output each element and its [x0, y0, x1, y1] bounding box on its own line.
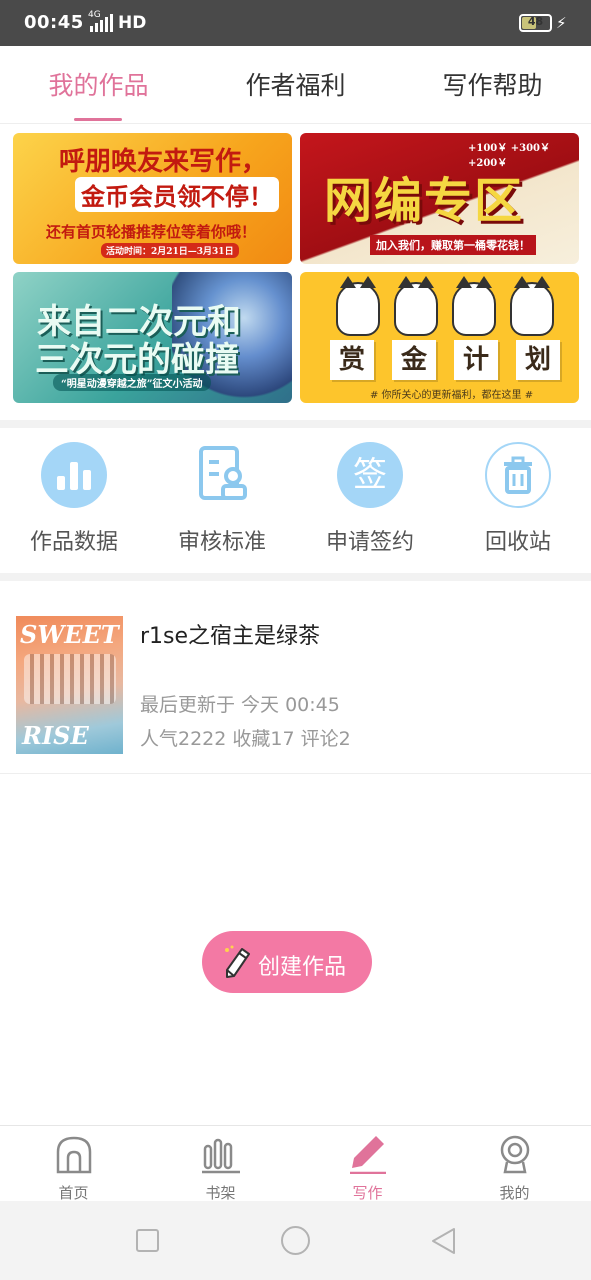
cover-title: SWEET — [20, 620, 119, 649]
review-standards-button[interactable]: 审核标准 — [148, 442, 296, 556]
banner-web-editor-zone[interactable]: +100￥ +300￥ +200￥ 网编专区 加入我们，赚取第一桶零花钱！ — [300, 133, 579, 264]
system-nav-bar — [0, 1201, 591, 1280]
bookshelf-icon — [201, 1138, 240, 1174]
banner-grid: 呼朋唤友来写作， 金币会员领不停！ 还有首页轮播推荐位等着你哦！ 活动时间：2月… — [0, 125, 591, 420]
apply-contract-button[interactable]: 签 申请签约 — [296, 442, 444, 556]
trash-icon — [485, 442, 551, 508]
nav-label: 写作 — [352, 1184, 383, 1202]
banner-char: 划 — [516, 340, 560, 380]
create-work-label: 创建作品 — [258, 955, 347, 980]
banner-text: 呼朋唤友来写作， — [59, 147, 268, 177]
divider — [0, 420, 591, 428]
banner-char: 赏 — [330, 340, 374, 380]
work-title[interactable]: r1se之宿主是绿茶 — [140, 618, 320, 650]
banner-invite-friends[interactable]: 呼朋唤友来写作， 金币会员领不停！ 还有首页轮播推荐位等着你哦！ 活动时间：2月… — [13, 133, 292, 264]
cover-subtitle: RISE — [22, 721, 89, 750]
home-button-icon[interactable] — [281, 1226, 310, 1255]
banner-date: 活动时间：2月21日—3月31日 — [101, 243, 239, 258]
cat-icon — [336, 276, 380, 336]
cat-icon — [394, 276, 438, 336]
profile-icon — [500, 1135, 529, 1174]
hd-indicator: HD — [118, 13, 147, 33]
recycle-bin-button[interactable]: 回收站 — [444, 442, 591, 556]
work-list-item[interactable]: SWEET RISE r1se之宿主是绿茶 最后更新于 今天 00:45 人气2… — [0, 582, 591, 774]
signal-icon — [90, 14, 113, 32]
banner-title: 网编专区 — [324, 173, 525, 229]
banner-caption: “明星动漫穿越之旅”征文小活动 — [53, 374, 211, 391]
cat-icon — [510, 276, 554, 336]
cat-illustration — [330, 276, 560, 342]
nav-bookshelf[interactable]: 书架 — [147, 1134, 294, 1203]
banner-title: 赏 金 计 划 — [330, 340, 570, 380]
banner-bounty-plan[interactable]: 赏 金 计 划 # 你所关心的更新福利，都在这里 # — [300, 272, 579, 403]
top-tabs: 我的作品 作者福利 写作帮助 — [0, 46, 591, 124]
nav-label: 我的 — [499, 1184, 530, 1202]
tab-writing-help[interactable]: 写作帮助 — [394, 66, 591, 102]
work-stats: 人气2222 收藏17 评论2 — [140, 728, 351, 750]
banner-char: 计 — [454, 340, 498, 380]
bottom-nav: 首页 书架 写作 我的 — [0, 1125, 591, 1203]
banner-text: 加入我们，赚取第一桶零花钱！ — [370, 235, 536, 255]
action-label: 回收站 — [484, 530, 551, 555]
nav-home[interactable]: 首页 — [0, 1134, 147, 1203]
banner-caption: # 你所关心的更新福利，都在这里 # — [370, 390, 534, 401]
divider — [0, 573, 591, 581]
active-tab-indicator — [74, 118, 122, 121]
quick-actions: 作品数据 审核标准 签 申请签约 回收站 — [0, 428, 591, 573]
banner-text: 金币会员领不停！ — [75, 177, 279, 212]
action-label: 审核标准 — [177, 530, 266, 555]
sign-icon: 签 — [337, 442, 403, 508]
charging-icon: ⚡ — [556, 14, 567, 32]
status-bar: 00:45 4G HD 48 ⚡ — [0, 0, 591, 46]
nav-write[interactable]: 写作 — [294, 1134, 441, 1203]
work-data-button[interactable]: 作品数据 — [0, 442, 148, 556]
banner-contest[interactable]: 来自二次元和 三次元的碰撞 “明星动漫穿越之旅”征文小活动 — [13, 272, 292, 403]
work-updated: 最后更新于 今天 00:45 — [140, 694, 340, 716]
create-work-button[interactable]: 创建作品 — [202, 931, 372, 993]
battery-icon: 48 — [519, 14, 552, 32]
cat-icon — [452, 276, 496, 336]
recent-apps-icon[interactable] — [136, 1229, 159, 1252]
pencil-icon — [225, 945, 250, 978]
banner-text: 还有首页轮播推荐位等着你哦！ — [46, 223, 257, 241]
battery-level: 48 — [527, 15, 544, 28]
tab-author-benefits[interactable]: 作者福利 — [197, 66, 394, 102]
clock: 00:45 — [24, 12, 84, 33]
book-cover: SWEET RISE — [16, 616, 123, 754]
back-icon[interactable] — [430, 1227, 456, 1255]
action-label: 作品数据 — [29, 530, 118, 555]
action-label: 申请签约 — [325, 530, 414, 555]
nav-profile[interactable]: 我的 — [441, 1134, 588, 1203]
review-document-icon — [189, 442, 255, 508]
banner-char: 金 — [392, 340, 436, 380]
nav-label: 书架 — [205, 1184, 236, 1202]
home-icon — [56, 1136, 91, 1174]
tab-my-works[interactable]: 我的作品 — [0, 66, 197, 102]
cover-image — [24, 654, 116, 704]
nav-label: 首页 — [58, 1184, 89, 1202]
write-pen-icon — [349, 1136, 386, 1175]
bar-chart-icon — [41, 442, 107, 508]
